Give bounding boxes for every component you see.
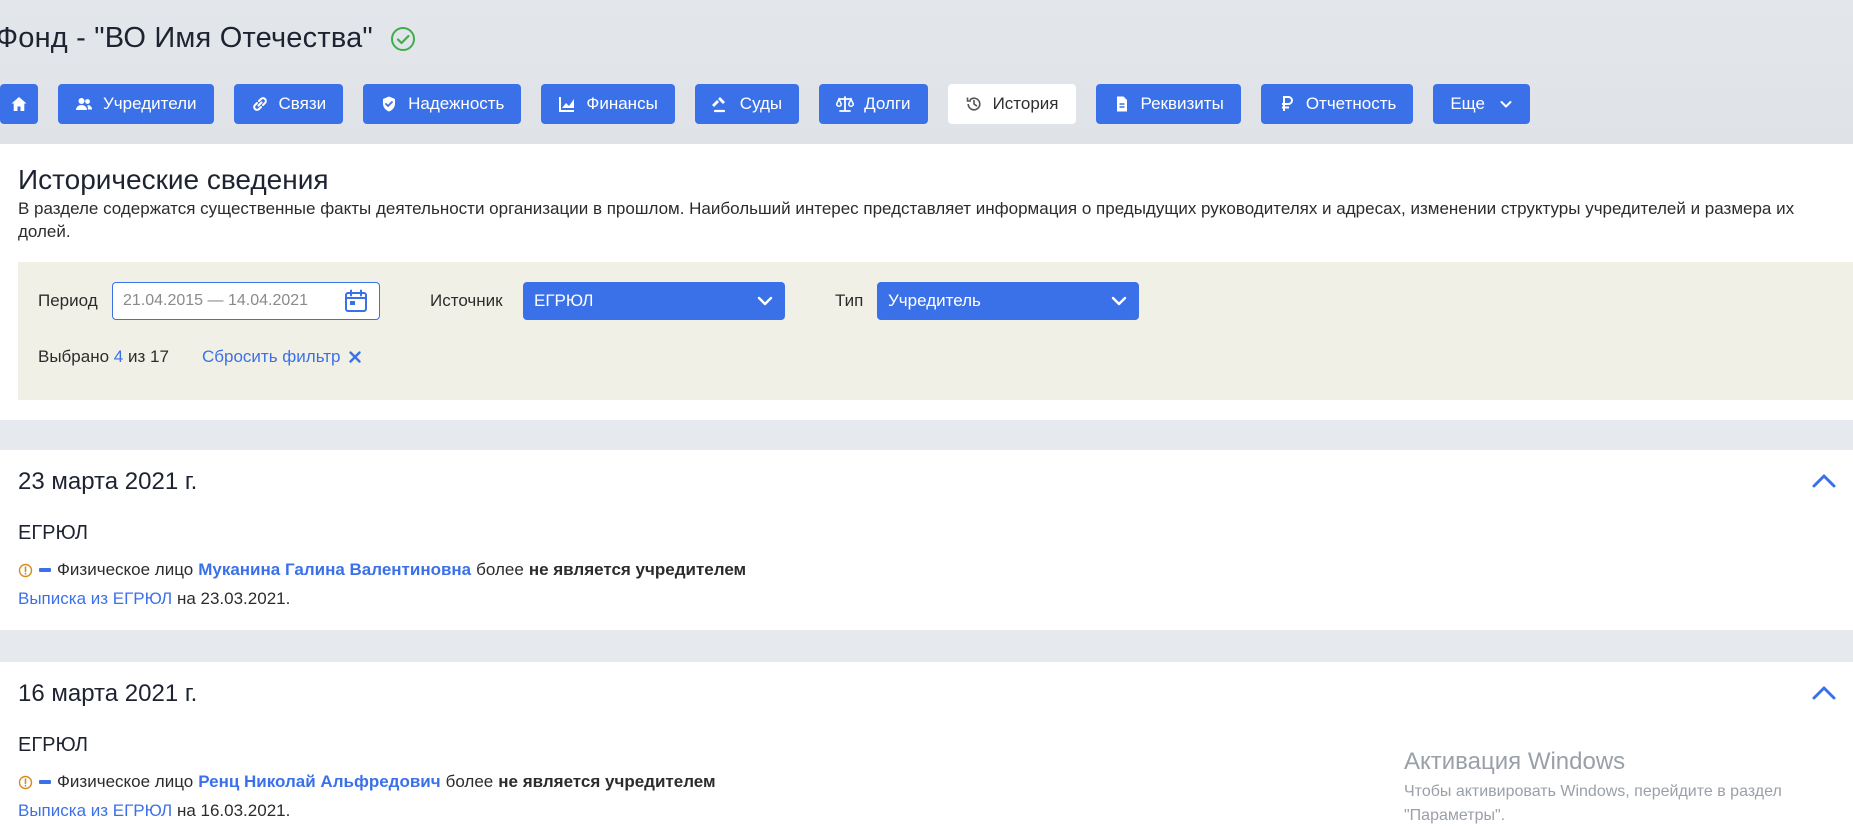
extract-date: на 16.03.2021. — [176, 801, 291, 820]
chevron-down-icon — [1499, 97, 1513, 111]
event-description: Физическое лицо Муканина Галина Валентин… — [18, 560, 746, 580]
check-circle-icon — [389, 25, 417, 53]
reset-filter-label: Сбросить фильтр — [202, 347, 341, 366]
section-description: В разделе содержатся существенные факты … — [18, 199, 1795, 241]
extract-link[interactable]: Выписка из ЕГРЮЛ — [18, 801, 172, 820]
watermark-line-2: "Параметры". — [1404, 807, 1506, 824]
event-prefix: Физическое лицо — [57, 772, 194, 791]
watermark-title: Активация Windows — [1404, 748, 1626, 775]
history-icon — [965, 95, 983, 113]
chevron-down-icon — [756, 292, 774, 310]
period-input[interactable]: 21.04.2015 — 14.04.2021 — [112, 282, 380, 320]
tab-finance-label: Финансы — [586, 94, 658, 113]
event-extract: Выписка из ЕГРЮЛ на 16.03.2021. — [18, 801, 290, 821]
gavel-icon — [711, 95, 730, 113]
tab-reports-label: Отчетность — [1305, 94, 1397, 113]
history-event: 23 марта 2021 г. ЕГРЮЛ Физическое лицо М… — [0, 450, 1853, 630]
tab-finance[interactable]: Финансы — [541, 84, 675, 124]
event-date: 16 марта 2021 г. — [18, 680, 198, 707]
tab-links-label: Связи — [278, 94, 327, 113]
tab-history[interactable]: История — [947, 84, 1076, 124]
warning-icon — [18, 775, 33, 790]
shield-icon — [380, 95, 398, 113]
event-status: не является учредителем — [498, 772, 716, 791]
document-icon — [1113, 95, 1131, 113]
tab-reliability-label: Надежность — [408, 94, 505, 113]
calendar-icon[interactable] — [343, 288, 369, 314]
tab-history-label: История — [992, 94, 1059, 113]
period-value: 21.04.2015 — 14.04.2021 — [123, 292, 309, 309]
filters-bar: Период 21.04.2015 — 14.04.2021 Источник … — [18, 262, 1853, 400]
selected-prefix: Выбрано — [38, 347, 110, 366]
tab-requisites[interactable]: Реквизиты — [1095, 84, 1241, 124]
event-status: не является учредителем — [528, 560, 747, 579]
tab-reports[interactable]: Отчетность — [1260, 84, 1414, 124]
tab-debts[interactable]: Долги — [819, 84, 928, 124]
watermark-line-1: Чтобы активировать Windows, перейдите в … — [1404, 783, 1782, 800]
event-description: Физическое лицо Ренц Николай Альфредович… — [18, 772, 716, 792]
ruble-icon — [1278, 95, 1296, 113]
tab-founders[interactable]: Учредители — [58, 84, 214, 124]
chevron-up-icon[interactable] — [1811, 470, 1837, 492]
tab-links[interactable]: Связи — [233, 84, 344, 124]
period-label: Период — [38, 291, 98, 310]
users-icon — [75, 95, 93, 113]
selected-suffix: из 17 — [127, 347, 169, 366]
warning-icon — [18, 563, 33, 578]
tab-home[interactable] — [0, 84, 38, 124]
type-select[interactable]: Учредитель — [877, 282, 1139, 320]
close-icon — [348, 350, 362, 364]
minus-icon — [39, 568, 51, 572]
tab-more-label: Еще — [1450, 94, 1485, 113]
event-prefix: Физическое лицо — [57, 560, 194, 579]
person-link[interactable]: Муканина Галина Валентиновна — [198, 560, 471, 580]
tab-more[interactable]: Еще — [1433, 84, 1530, 124]
person-link[interactable]: Ренц Николай Альфредович — [198, 772, 440, 792]
minus-icon — [39, 780, 51, 784]
chart-icon — [558, 95, 576, 113]
event-source: ЕГРЮЛ — [18, 734, 88, 756]
history-panel: Исторические сведения В разделе содержат… — [0, 144, 1853, 420]
tab-courts[interactable]: Суды — [694, 84, 800, 124]
event-extract: Выписка из ЕГРЮЛ на 23.03.2021. — [18, 589, 290, 609]
company-name: Фонд - "ВО Имя Отечества" — [0, 22, 373, 54]
section-tabs: Учредители Связи Надежность Финансы Суды — [0, 84, 1550, 124]
tab-reliability[interactable]: Надежность — [363, 84, 522, 124]
event-source: ЕГРЮЛ — [18, 522, 88, 544]
tab-debts-label: Долги — [864, 94, 911, 113]
tab-courts-label: Суды — [739, 94, 783, 113]
type-label: Тип — [835, 291, 864, 310]
chevron-up-icon[interactable] — [1811, 682, 1837, 704]
event-middle: более — [445, 772, 494, 791]
tab-requisites-label: Реквизиты — [1140, 94, 1224, 113]
event-middle: более — [476, 560, 524, 579]
event-date: 23 марта 2021 г. — [18, 468, 198, 495]
scales-icon — [836, 95, 855, 113]
tab-founders-label: Учредители — [103, 94, 197, 113]
selected-count: 4 — [113, 347, 124, 366]
home-icon — [10, 95, 28, 113]
extract-link[interactable]: Выписка из ЕГРЮЛ — [18, 589, 172, 608]
extract-date: на 23.03.2021. — [176, 589, 291, 608]
selected-count-info: Выбрано 4 из 17 — [38, 347, 169, 367]
link-icon — [251, 95, 269, 113]
reset-filter-link[interactable]: Сбросить фильтр — [202, 347, 362, 367]
company-title: Фонд - "ВО Имя Отечества" — [0, 22, 417, 55]
chevron-down-icon — [1110, 292, 1128, 310]
company-header: Фонд - "ВО Имя Отечества" Учредители Свя… — [0, 0, 1853, 144]
source-value: ЕГРЮЛ — [534, 291, 594, 310]
section-title: Исторические сведения — [18, 164, 329, 195]
source-label: Источник — [430, 291, 503, 310]
source-select[interactable]: ЕГРЮЛ — [523, 282, 785, 320]
type-value: Учредитель — [888, 291, 981, 310]
windows-activation-watermark: Активация Windows Чтобы активировать Win… — [1404, 748, 1782, 827]
